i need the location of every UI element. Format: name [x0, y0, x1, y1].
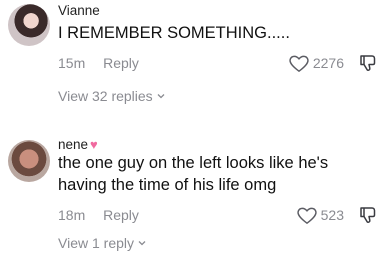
view-replies-label: View 1 reply — [58, 235, 135, 251]
thumbs-down-icon[interactable] — [358, 205, 378, 225]
comment-meta: 18m Reply — [58, 207, 139, 223]
view-replies-label: View 32 replies — [58, 88, 153, 104]
chevron-down-icon — [138, 241, 146, 246]
heart-outline-icon — [289, 55, 309, 72]
heart-outline-icon — [296, 207, 317, 224]
like-button[interactable]: 523 — [296, 205, 344, 225]
heart-icon: ♥ — [90, 137, 98, 152]
like-count: 523 — [320, 207, 344, 223]
like-button[interactable]: 2276 — [288, 53, 344, 73]
chevron-down-icon — [157, 94, 165, 99]
comment-time: 18m — [58, 207, 86, 223]
thumbs-down-icon[interactable] — [358, 53, 378, 73]
avatar[interactable] — [8, 4, 50, 46]
comment-item: nene ♥ the one guy on the left looks like… — [0, 130, 386, 276]
comment-username[interactable]: nene ♥ — [58, 137, 98, 152]
comment-text: the one guy on the left looks like he's … — [58, 154, 329, 194]
view-replies-button[interactable]: View 32 replies — [58, 88, 166, 104]
view-replies-button[interactable]: View 1 reply — [58, 235, 147, 251]
reply-button[interactable]: Reply — [103, 55, 139, 71]
avatar[interactable] — [8, 140, 50, 182]
comment-username-text: nene — [58, 137, 89, 152]
like-count: 2276 — [312, 55, 344, 71]
comment-text: I REMEMBER SOMETHING..... — [58, 24, 290, 42]
comment-username[interactable]: Vianne — [58, 3, 100, 18]
comment-time: 15m — [58, 55, 86, 71]
comment-item: Vianne I REMEMBER SOMETHING..... 15m Rep… — [0, 0, 386, 130]
comment-meta: 15m Reply — [58, 55, 139, 71]
reply-button[interactable]: Reply — [103, 207, 139, 223]
